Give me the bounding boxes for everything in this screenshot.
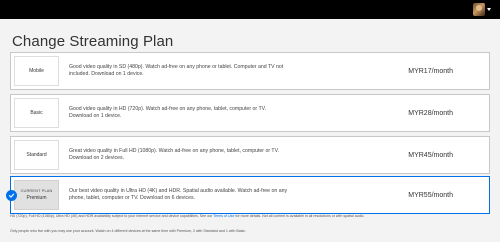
plan-name: Mobile xyxy=(29,68,44,74)
plan-description: Good video quality in HD (720p). Watch a… xyxy=(69,106,267,119)
plan-description: Great video quality in Full HD (1080p). … xyxy=(69,148,280,161)
terms-of-use-link[interactable]: Terms of Use xyxy=(213,214,234,218)
plan-name-cell: Standard xyxy=(14,140,59,170)
plan-option-premium[interactable]: CURRENT PLAN Premium Our best video qual… xyxy=(6,176,490,214)
plan-option-basic[interactable]: Basic Good video quality in HD (720p). W… xyxy=(10,94,490,132)
profile-avatar-icon[interactable] xyxy=(473,3,485,16)
plan-name-cell: Mobile xyxy=(14,56,59,86)
footnote-text: HD (720p), Full HD (1080p), Ultra HD (4K… xyxy=(10,214,213,218)
plan-list: Mobile Good video quality in SD (480p). … xyxy=(6,52,490,237)
plan-name: Standard xyxy=(26,152,47,158)
plan-option-mobile[interactable]: Mobile Good video quality in SD (480p). … xyxy=(10,52,490,90)
plan-option-standard[interactable]: Standard Great video quality in Full HD … xyxy=(10,136,490,174)
plan-name-cell: Basic xyxy=(14,98,59,128)
profile-menu[interactable] xyxy=(473,3,491,16)
plan-price: MYR55/month xyxy=(408,191,453,199)
availability-footnote: HD (720p), Full HD (1080p), Ultra HD (4K… xyxy=(10,214,490,219)
household-footnote: Only people who live with you may use yo… xyxy=(10,229,247,233)
check-circle-icon xyxy=(6,190,17,201)
plan-price: MYR17/month xyxy=(408,67,453,75)
caret-down-icon[interactable] xyxy=(487,8,491,11)
current-plan-badge: CURRENT PLAN xyxy=(20,189,53,193)
footnote-text: for more details. Not all content is ava… xyxy=(235,214,365,218)
plan-name: Premium xyxy=(26,195,47,201)
plan-price: MYR28/month xyxy=(408,109,453,117)
top-nav-bar xyxy=(0,0,500,19)
plan-description: Our best video quality in Ultra HD (4K) … xyxy=(69,188,288,201)
plan-name-cell: CURRENT PLAN Premium xyxy=(14,180,59,210)
page-title: Change Streaming Plan xyxy=(12,33,174,50)
plan-price: MYR45/month xyxy=(408,151,453,159)
plan-description: Good video quality in SD (480p). Watch a… xyxy=(69,64,284,77)
plan-name: Basic xyxy=(30,110,43,116)
